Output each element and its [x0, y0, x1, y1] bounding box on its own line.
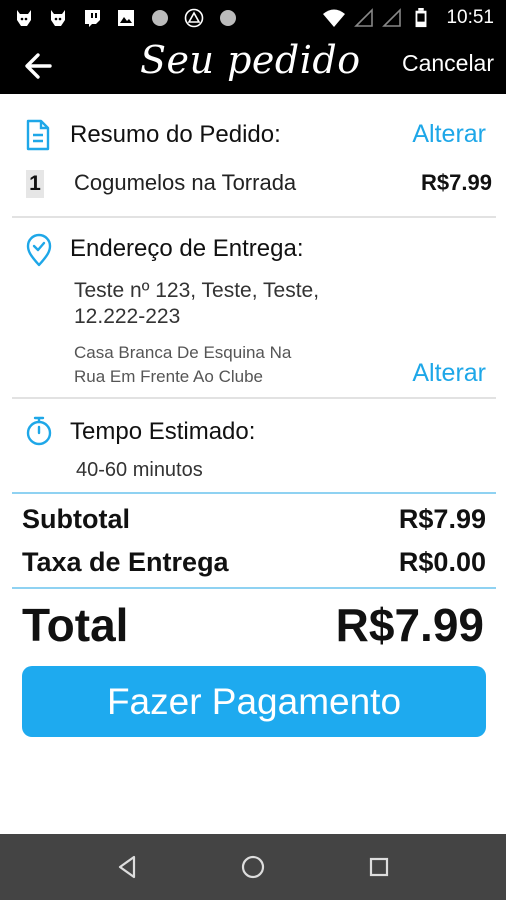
dog-icon: [17, 10, 31, 26]
edit-order-link[interactable]: Alterar: [412, 120, 486, 149]
item-quantity: 1: [26, 170, 44, 198]
back-triangle-icon[interactable]: [112, 851, 144, 883]
app-bar: Seu pedido Cancelar: [0, 36, 506, 94]
home-circle-icon[interactable]: [237, 851, 269, 883]
divider: [12, 216, 496, 218]
total-value: R$7.99: [335, 599, 484, 651]
document-icon: [26, 119, 50, 151]
circle-icon: [220, 10, 236, 26]
subtotal-value: R$7.99: [398, 504, 486, 534]
location-pin-icon: [26, 233, 52, 267]
total-label: Total: [22, 599, 129, 651]
stopwatch-icon: [26, 416, 52, 446]
divider: [12, 587, 496, 589]
wifi-icon: [323, 9, 345, 27]
image-icon: [118, 10, 134, 26]
navigation-bar: [0, 834, 506, 900]
estimated-time-title: Tempo Estimado:: [70, 418, 256, 445]
cancel-button[interactable]: Cancelar: [402, 50, 494, 77]
subtotal-label: Subtotal: [22, 504, 130, 534]
triangle-icon: [184, 8, 204, 28]
order-summary-title: Resumo do Pedido:: [70, 121, 281, 148]
divider: [12, 492, 496, 494]
delivery-fee-label: Taxa de Entrega: [22, 547, 229, 577]
recents-square-icon[interactable]: [363, 851, 395, 883]
twitch-icon: [85, 10, 100, 27]
signal-icon: [382, 8, 401, 27]
divider: [12, 397, 496, 399]
dog-icon: [51, 10, 65, 26]
address-zip: 12.222-223: [74, 305, 181, 328]
status-bar: 10:51: [0, 0, 506, 36]
item-name: Cogumelos na Torrada: [74, 170, 297, 195]
delivery-fee-value: R$0.00: [398, 547, 486, 577]
arrow-left-icon[interactable]: [20, 48, 60, 84]
address-reference: Rua Em Frente Ao Clube: [74, 367, 263, 386]
item-price: R$7.99: [421, 170, 492, 195]
clock-time: 10:51: [446, 7, 494, 28]
estimated-time-value: 40-60 minutos: [76, 459, 203, 481]
address-reference: Casa Branca De Esquina Na: [74, 343, 292, 362]
delivery-address-title: Endereço de Entrega:: [70, 235, 304, 262]
page-title: Seu pedido: [140, 38, 361, 82]
circle-icon: [152, 10, 168, 26]
make-payment-button[interactable]: Fazer Pagamento: [22, 666, 486, 737]
battery-icon: [415, 8, 427, 28]
signal-icon: [354, 8, 373, 27]
edit-address-link[interactable]: Alterar: [412, 359, 486, 388]
address-line: Teste nº 123, Teste, Teste,: [74, 279, 320, 302]
